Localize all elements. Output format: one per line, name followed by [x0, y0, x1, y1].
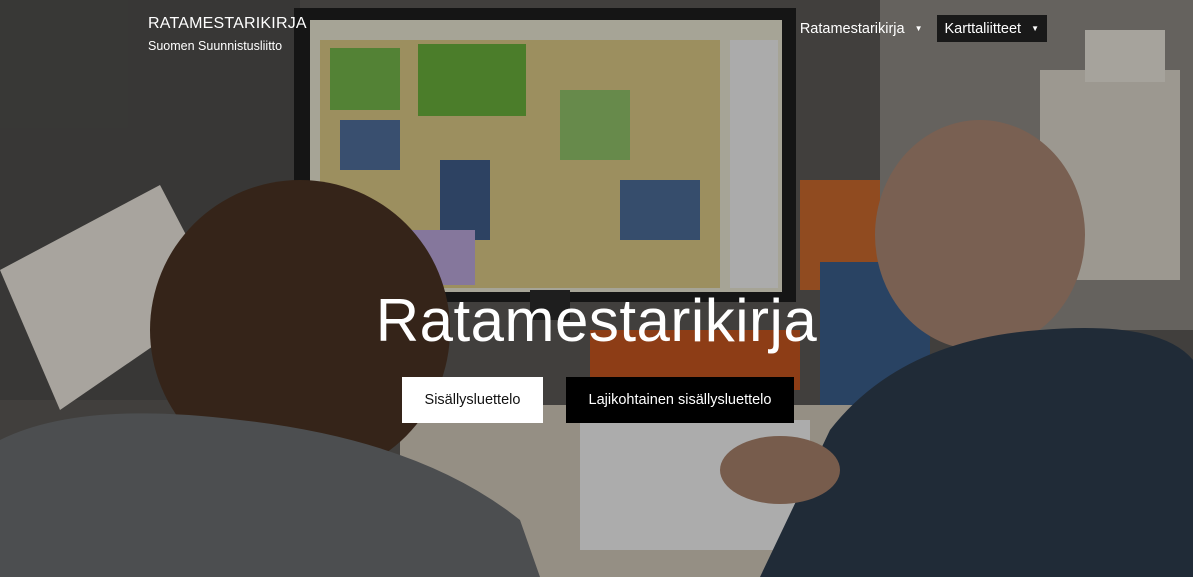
- nav-item-label: Ratamestarikirja: [799, 20, 905, 37]
- table-of-contents-button[interactable]: Sisällysluettelo: [402, 377, 543, 423]
- nav-item-ratamestarikirja[interactable]: Ratamestarikirja ▼: [792, 15, 931, 42]
- hero-title: Ratamestarikirja: [375, 287, 818, 354]
- nav-item-label: Karttaliitteet: [944, 20, 1022, 37]
- main-nav: Ratamestarikirja ▼ Karttaliitteet ▼: [792, 15, 1047, 42]
- site-brand[interactable]: RATAMESTARIKIRJA Suomen Suunnistusliitto: [148, 15, 307, 54]
- hero-section: RATAMESTARIKIRJA Suomen Suunnistusliitto…: [0, 0, 1193, 577]
- site-subtitle: Suomen Suunnistusliitto: [148, 39, 283, 53]
- site-title[interactable]: RATAMESTARIKIRJA: [148, 15, 307, 33]
- nav-item-karttaliitteet[interactable]: Karttaliitteet ▼: [936, 15, 1047, 42]
- discipline-table-of-contents-button[interactable]: Lajikohtainen sisällysluettelo: [566, 377, 794, 423]
- caret-down-icon: ▼: [914, 24, 923, 33]
- caret-down-icon: ▼: [1031, 24, 1039, 33]
